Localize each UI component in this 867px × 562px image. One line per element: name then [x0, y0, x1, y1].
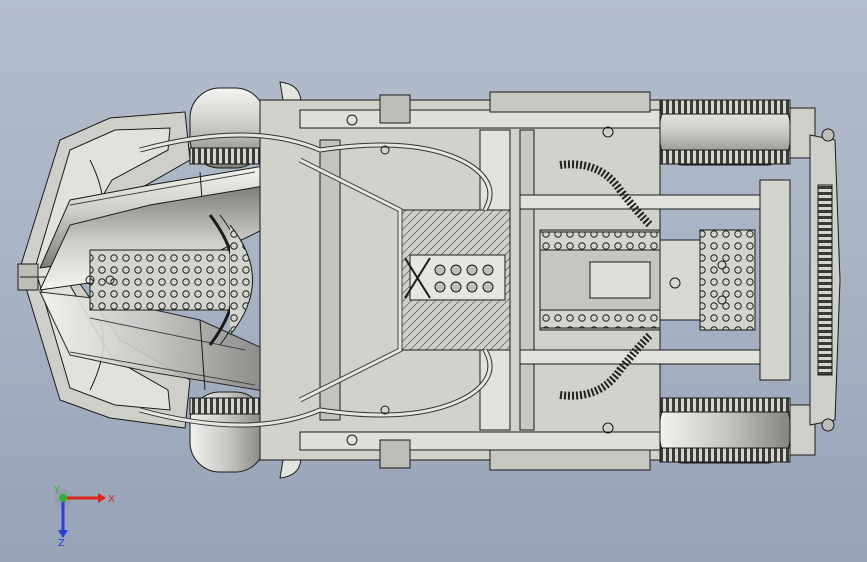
rear-left-wheel [659, 99, 816, 166]
vehicle-chassis-model[interactable] [0, 0, 867, 562]
y-axis-label: Y [53, 485, 61, 496]
z-axis-label: Z [58, 538, 65, 548]
coordinate-triad: X Y Z [53, 485, 115, 548]
x-axis-label: X [108, 494, 115, 505]
cad-graphics-viewport[interactable]: X Y Z [0, 0, 867, 562]
y-axis-dot [59, 494, 67, 502]
z-axis-arrowhead [58, 530, 68, 538]
center-gear-block [409, 254, 506, 301]
rear-right-wheel [659, 397, 816, 464]
perforated-beam-front [89, 249, 231, 311]
x-axis-arrowhead [98, 493, 106, 503]
